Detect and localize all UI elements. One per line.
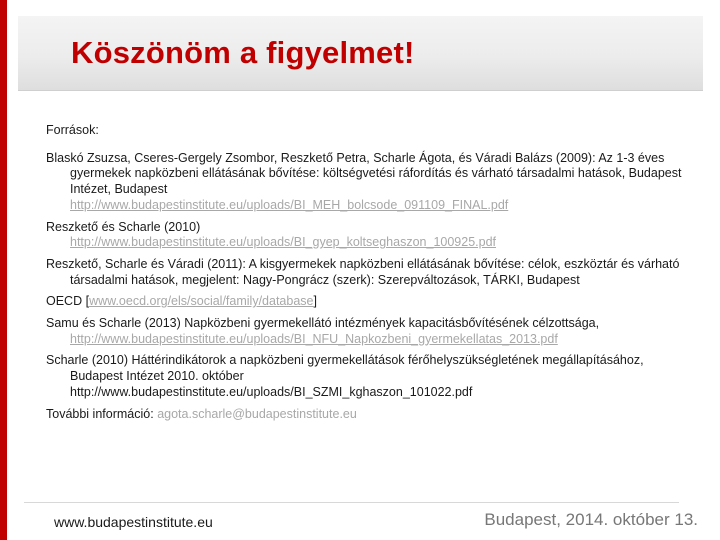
more-info-label: További információ: <box>46 406 154 421</box>
reference-link[interactable]: http://www.budapestinstitute.eu/uploads/… <box>70 198 508 212</box>
slide-title: Köszönöm a figyelmet! <box>71 35 415 70</box>
reference-item: Reszkető, Scharle és Váradi (2011): A ki… <box>46 257 694 288</box>
oecd-link[interactable]: www.oecd.org/els/social/family/database <box>89 294 313 308</box>
reference-link[interactable]: http://www.budapestinstitute.eu/uploads/… <box>70 332 558 346</box>
reference-text: Blaskó Zsuzsa, Cseres-Gergely Zsombor, R… <box>46 150 682 197</box>
left-accent-bar <box>0 0 7 540</box>
reference-item: Scharle (2010) Háttérindikátorok a napkö… <box>46 353 694 400</box>
footer-date: Budapest, 2014. október 13. <box>484 510 698 529</box>
reference-item: Blaskó Zsuzsa, Cseres-Gergely Zsombor, R… <box>46 151 694 214</box>
reference-text: Samu és Scharle (2013) Napközbeni gyerme… <box>46 316 600 331</box>
more-info: További információ: agota.scharle@budape… <box>46 407 694 423</box>
title-banner: Köszönöm a figyelmet! <box>18 16 703 91</box>
reference-item-oecd: OECD [www.oecd.org/els/social/family/dat… <box>46 294 694 310</box>
reference-text: Reszkető és Scharle (2010) <box>46 219 201 234</box>
footer-website: www.budapestinstitute.eu <box>54 514 213 530</box>
reference-text: Reszkető, Scharle és Váradi (2011): A ki… <box>46 256 680 287</box>
reference-item: Reszkető és Scharle (2010) http://www.bu… <box>46 220 694 251</box>
footer-divider <box>24 502 679 503</box>
reference-url-text: http://www.budapestinstitute.eu/uploads/… <box>70 384 473 399</box>
reference-text: Scharle (2010) Háttérindikátorok a napkö… <box>46 353 644 384</box>
sources-section: Források: Blaskó Zsuzsa, Cseres-Gergely … <box>46 123 694 435</box>
contact-email-link[interactable]: agota.scharle@budapestinstitute.eu <box>157 407 357 421</box>
reference-link[interactable]: http://www.budapestinstitute.eu/uploads/… <box>70 235 496 249</box>
oecd-suffix: ] <box>313 294 317 309</box>
reference-item: Samu és Scharle (2013) Napközbeni gyerme… <box>46 316 694 347</box>
sources-heading: Források: <box>46 123 99 137</box>
oecd-prefix: OECD [ <box>46 294 90 309</box>
